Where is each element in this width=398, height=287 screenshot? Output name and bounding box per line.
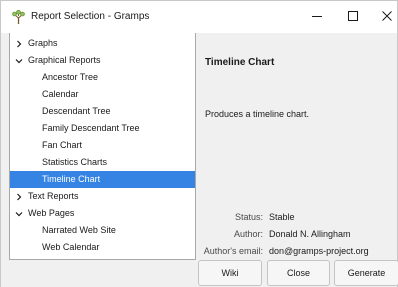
tree-category[interactable]: Web Pages (10, 205, 195, 222)
report-selection-window: Report Selection - Gramps Graphs Graphica… (0, 0, 398, 287)
tree-item[interactable]: Calendar (10, 86, 195, 103)
tree-item-label: Graphs (28, 38, 58, 48)
tree-item-label: Calendar (42, 89, 79, 99)
close-icon (382, 10, 392, 24)
status-value: Stable (269, 212, 295, 222)
author-label: Author: (233, 229, 263, 239)
tree-item-label: Timeline Chart (42, 174, 101, 184)
tree-item-label: Family Descendant Tree (42, 123, 140, 133)
tree-item-label: Fan Chart (42, 140, 83, 150)
close-window-button[interactable] (367, 1, 398, 33)
tree-item[interactable]: Web Calendar (10, 239, 195, 256)
tree-item-label: Web Calendar (42, 242, 100, 252)
minimize-icon (312, 11, 322, 24)
report-tree[interactable]: Graphs Graphical Reports Ancestor Tree Cale… (9, 33, 196, 260)
button-bar: Wiki Close Generate (1, 260, 398, 287)
chevron-right-icon[interactable] (15, 188, 23, 205)
tree-item-label: Narrated Web Site (42, 225, 116, 235)
chevron-down-icon[interactable] (15, 52, 23, 69)
tree-item[interactable]: Narrated Web Site (10, 222, 195, 239)
email-label: Author's email: (203, 246, 263, 256)
chevron-down-icon[interactable] (15, 205, 23, 222)
close-button[interactable]: Close (267, 260, 330, 286)
minimize-button[interactable] (297, 1, 337, 33)
tree-item[interactable]: Timeline Chart (10, 171, 195, 188)
tree-item[interactable]: Statistics Charts (10, 154, 195, 171)
status-label: Status: (234, 212, 263, 222)
tree-item-label: Graphical Reports (28, 55, 101, 65)
tree-item[interactable]: Ancestor Tree (10, 69, 195, 86)
tree-item[interactable]: Fan Chart (10, 137, 195, 154)
title-bar[interactable]: Report Selection - Gramps (1, 1, 397, 33)
gramps-tree-icon (11, 9, 26, 25)
email-value: don@gramps-project.org (269, 246, 369, 256)
tree-item-label: Descendant Tree (42, 106, 111, 116)
tree-item-label: Statistics Charts (42, 157, 108, 167)
wiki-button[interactable]: Wiki (198, 260, 262, 286)
chevron-right-icon[interactable] (15, 35, 23, 52)
tree-category[interactable]: Graphical Reports (10, 52, 195, 69)
tree-item[interactable]: Family Descendant Tree (10, 120, 195, 137)
tree-item[interactable]: Descendant Tree (10, 103, 195, 120)
tree-item-label: Text Reports (28, 191, 79, 201)
author-value: Donald N. Allingham (269, 229, 351, 239)
tree-item-label: Ancestor Tree (42, 72, 99, 82)
report-details-pane: Timeline Chart Produces a timeline chart… (197, 33, 397, 260)
tree-item-label: Web Pages (28, 208, 75, 218)
report-description: Produces a timeline chart. (205, 109, 310, 119)
report-title: Timeline Chart (205, 57, 275, 68)
generate-button[interactable]: Generate (334, 260, 398, 286)
maximize-icon (348, 10, 358, 24)
tree-category[interactable]: Text Reports (10, 188, 195, 205)
window-title: Report Selection - Gramps (31, 11, 150, 22)
tree-category[interactable]: Graphs (10, 35, 195, 52)
